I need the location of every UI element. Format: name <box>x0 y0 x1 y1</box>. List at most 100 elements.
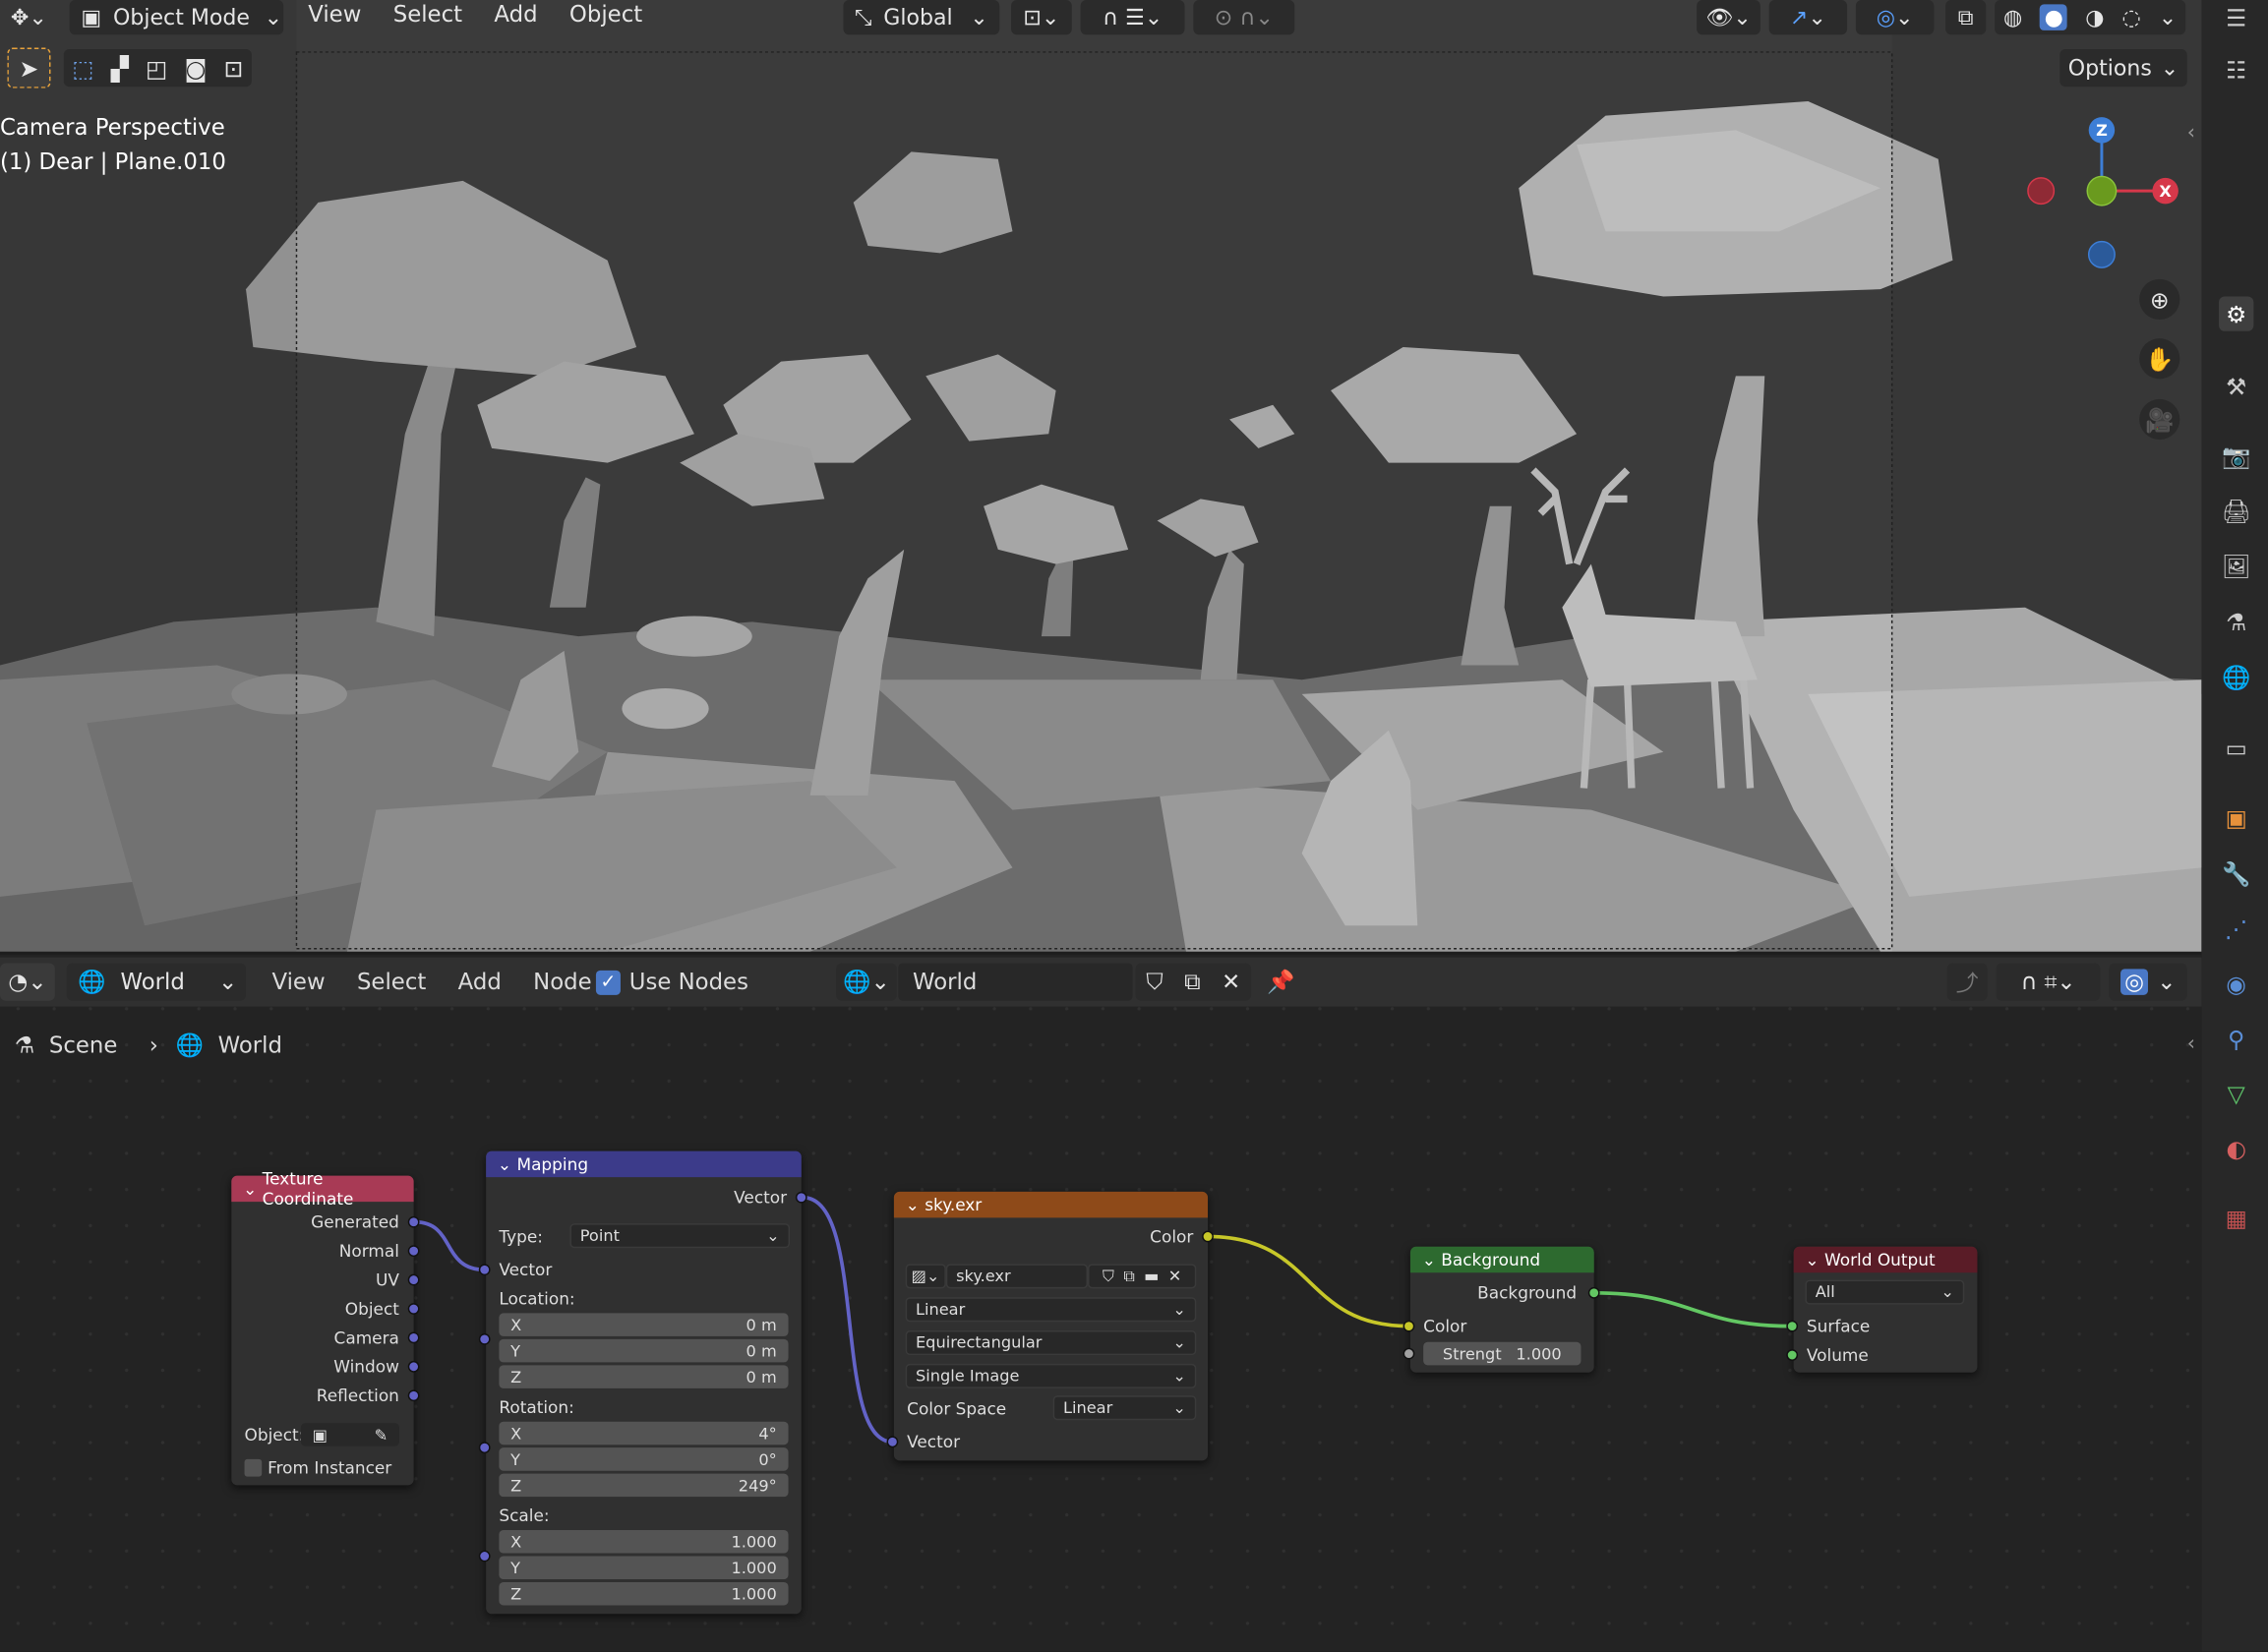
eyedropper-icon[interactable]: ✎ <box>375 1425 388 1444</box>
socket-rotation-in[interactable] <box>478 1442 491 1454</box>
socket-camera[interactable] <box>407 1331 420 1344</box>
target-dropdown[interactable]: All ⌄ <box>1805 1279 1965 1305</box>
tool-tab-icon[interactable]: ⚙ <box>2219 296 2254 331</box>
image-name: sky.exr <box>956 1267 1011 1286</box>
scene-tab-icon[interactable]: ⚗ <box>2219 605 2253 639</box>
physics-tab-icon[interactable]: ◉ <box>2219 966 2253 1000</box>
node-header[interactable]: ⌄ Texture Coordinate <box>231 1168 414 1210</box>
link-generated-to-mapping <box>415 1219 485 1272</box>
scale-z-field[interactable]: Z 1.000 <box>499 1581 789 1606</box>
socket-color-out[interactable] <box>1202 1230 1214 1243</box>
strength-label: Strengt <box>1442 1344 1502 1364</box>
background-node[interactable]: ⌄ Background Background Color Strengt 1.0… <box>1403 1246 1600 1373</box>
world-tab-icon[interactable]: 🌐 <box>2219 660 2253 694</box>
folder-icon[interactable]: ▬ <box>1144 1267 1159 1285</box>
socket-object[interactable] <box>407 1303 420 1315</box>
axis-label: X <box>510 1423 522 1444</box>
rotation-y-field[interactable]: Y 0° <box>499 1447 789 1471</box>
node-header[interactable]: ⌄ World Output <box>1793 1246 1978 1273</box>
render-tab-icon[interactable]: 📷 <box>2219 439 2253 473</box>
socket-vector-in[interactable] <box>478 1264 491 1276</box>
axis-label: Z <box>510 1475 522 1495</box>
output-tab-icon[interactable]: 🖨 <box>2219 494 2253 528</box>
image-texture-node[interactable]: ⌄ sky.exr Color ▨⌄ sky.exr ⛉ ⧉ ▬ ✕ Linear ⌄ … <box>886 1191 1214 1461</box>
collection-tab-icon[interactable]: ▭ <box>2219 731 2253 765</box>
link-mapping-to-image <box>803 1195 893 1445</box>
texture-tab-icon[interactable]: ▦ <box>2219 1201 2253 1235</box>
tool-settings-icon[interactable]: ⚒ <box>2219 369 2253 403</box>
socket-strength-in[interactable] <box>1403 1347 1415 1360</box>
image-name-field[interactable]: sky.exr <box>945 1264 1088 1289</box>
socket-surface-in[interactable] <box>1786 1320 1799 1332</box>
object-picker[interactable]: ▣ ✎ <box>300 1423 399 1446</box>
outliner-icon[interactable]: ☰ <box>2219 0 2253 34</box>
color-space-dropdown[interactable]: Linear ⌄ <box>1052 1395 1197 1421</box>
socket-background-out[interactable] <box>1587 1286 1600 1299</box>
collapse-chevron-icon[interactable]: ⌄ <box>1805 1250 1824 1270</box>
scale-y-field[interactable]: Y 1.000 <box>499 1556 789 1580</box>
chevron-down-icon: ⌄ <box>1172 1300 1186 1320</box>
collapse-chevron-icon[interactable]: ⌄ <box>498 1154 517 1175</box>
fake-user-shield-icon[interactable]: ⛉ <box>1103 1267 1114 1287</box>
collapse-chevron-icon[interactable]: ⌄ <box>1422 1250 1442 1270</box>
object-tab-icon[interactable]: ▣ <box>2219 799 2253 834</box>
constraints-tab-icon[interactable]: ⚲ <box>2219 1021 2253 1055</box>
close-icon[interactable]: ✕ <box>1168 1267 1182 1285</box>
interpolation-dropdown[interactable]: Linear ⌄ <box>905 1297 1197 1323</box>
mapping-node[interactable]: ⌄ Mapping Vector Type: Point ⌄ Vector Loc… <box>478 1150 807 1615</box>
object-label: Object: <box>244 1424 305 1446</box>
rotation-x-field[interactable]: X 4° <box>499 1421 789 1446</box>
field-value: 0 m <box>746 1367 777 1386</box>
strength-field[interactable]: Strengt 1.000 <box>1423 1341 1582 1366</box>
socket-normal[interactable] <box>407 1245 420 1258</box>
node-header[interactable]: ⌄ Background <box>1409 1246 1594 1273</box>
socket-uv[interactable] <box>407 1273 420 1286</box>
scale-x-field[interactable]: X 1.000 <box>499 1530 789 1554</box>
color-input-label: Color <box>1423 1316 1467 1336</box>
location-x-field[interactable]: X 0 m <box>499 1313 789 1336</box>
checkbox-unchecked-icon[interactable] <box>244 1458 263 1477</box>
material-tab-icon[interactable]: ◐ <box>2219 1131 2253 1165</box>
vector-input-label: Vector <box>499 1259 553 1280</box>
socket-volume-in[interactable] <box>1786 1349 1799 1361</box>
output-uv: UV <box>375 1269 399 1290</box>
socket-location-in[interactable] <box>478 1332 491 1345</box>
socket-scale-in[interactable] <box>478 1550 491 1563</box>
color-space-label: Color Space <box>907 1398 1007 1419</box>
from-instancer-label: From Instancer <box>268 1457 392 1479</box>
collapse-chevron-icon[interactable]: ⌄ <box>906 1195 925 1215</box>
rotation-z-field[interactable]: Z 249° <box>499 1473 789 1498</box>
view-layer-tab-icon[interactable]: 🖼 <box>2219 548 2253 582</box>
projection-dropdown[interactable]: Equirectangular ⌄ <box>905 1330 1197 1356</box>
particles-tab-icon[interactable]: ⋰ <box>2219 912 2253 946</box>
output-object: Object <box>344 1298 399 1320</box>
from-instancer-checkbox[interactable]: From Instancer <box>244 1456 392 1480</box>
source-dropdown[interactable]: Single Image ⌄ <box>905 1363 1197 1388</box>
image-browse-button[interactable]: ▨⌄ <box>905 1264 946 1289</box>
type-dropdown[interactable]: Point ⌄ <box>569 1223 791 1249</box>
chevron-down-icon: ⌄ <box>1172 1332 1186 1353</box>
socket-generated[interactable] <box>407 1215 420 1228</box>
node-header[interactable]: ⌄ sky.exr <box>893 1191 1209 1218</box>
duplicate-icon[interactable]: ⧉ <box>1123 1267 1135 1287</box>
socket-reflection[interactable] <box>407 1389 420 1402</box>
socket-window[interactable] <box>407 1360 420 1373</box>
socket-vector-in[interactable] <box>886 1436 899 1448</box>
world-output-node[interactable]: ⌄ World Output All ⌄ Surface Volume <box>1786 1246 1978 1373</box>
socket-color-in[interactable] <box>1403 1320 1415 1332</box>
socket-vector-out[interactable] <box>795 1191 807 1204</box>
output-vector: Vector <box>734 1187 788 1209</box>
node-header[interactable]: ⌄ Mapping <box>486 1150 802 1178</box>
texture-coordinate-node[interactable]: ⌄ Texture Coordinate Generated Normal UV… <box>231 1168 420 1486</box>
axis-label: Y <box>510 1558 521 1577</box>
location-z-field[interactable]: Z 0 m <box>499 1365 789 1388</box>
output-generated: Generated <box>311 1211 399 1233</box>
outliner-toggle-icon[interactable]: ☷ <box>2219 52 2253 87</box>
collapse-chevron-icon[interactable]: ⌄ <box>243 1179 263 1200</box>
vector-input-label: Vector <box>907 1431 961 1452</box>
color-space-value: Linear <box>1062 1398 1113 1418</box>
data-tab-icon[interactable]: ▽ <box>2219 1076 2253 1110</box>
modifier-tab-icon[interactable]: 🔧 <box>2219 856 2253 891</box>
location-y-field[interactable]: Y 0 m <box>499 1338 789 1363</box>
node-title: Mapping <box>516 1153 589 1175</box>
